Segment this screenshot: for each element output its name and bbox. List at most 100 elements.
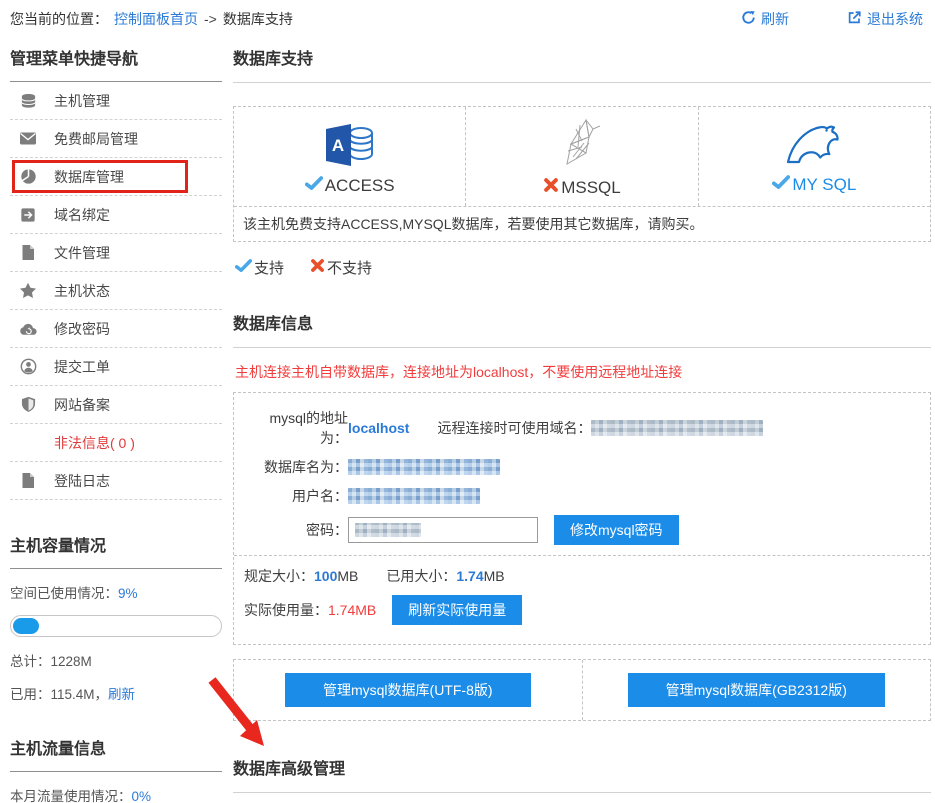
exit-link[interactable]: 退出系统 [847,9,923,29]
svg-text:A: A [332,136,344,155]
access-cell: A ACCESS [234,107,465,206]
sidebar-item-submit-ticket[interactable]: 提交工单 [10,348,222,386]
refresh-icon [741,10,756,28]
refresh-link[interactable]: 刷新 [741,9,789,29]
quota-row: 规定大小： 100MB 已用大小： 1.74MB [244,566,920,586]
breadcrumb-separator: -> [204,11,217,27]
sidebar-item-host-management[interactable]: 主机管理 [10,82,222,120]
used-value: 1.74 [456,568,483,584]
password-row: 密码： 修改mysql密码 [244,515,920,545]
sidebar-item-label: 免费邮局管理 [54,129,138,149]
capacity-refresh-link[interactable]: 刷新 [108,687,135,702]
database-name-redacted [348,459,500,475]
password-redacted [355,523,421,537]
support-title: 数据库支持 [233,35,931,83]
traffic-title: 主机流量信息 [10,725,222,772]
sidebar-item-label: 文件管理 [54,243,110,263]
capacity-section: 主机容量情况 空间已使用情况：9% 总计：1228M 已用：115.4M，刷新 [10,522,222,703]
check-icon [305,176,323,196]
breadcrumb-home-link[interactable]: 控制面板首页 [114,9,198,29]
sidebar-item-label: 提交工单 [54,357,110,377]
sidebar-menu: 主机管理 免费邮局管理 数据库管理 域名绑定 文件管理 [10,82,222,500]
cross-icon [310,258,325,277]
user-icon [18,358,38,376]
capacity-usage-value: 9% [118,586,138,601]
advanced-title: 数据库高级管理 [233,745,931,793]
sidebar-item-label: 主机管理 [54,91,110,111]
file-icon [18,244,38,262]
database-icon [18,92,38,110]
capacity-progress-fill [13,618,39,634]
traffic-usage-line: 本月流量使用情况：0% [10,785,222,803]
exit-icon [847,10,862,28]
sidebar-item-label: 数据库管理 [54,167,124,187]
mysql-cell: MY SQL [698,107,930,206]
refresh-usage-button[interactable]: 刷新实际使用量 [392,595,522,625]
sidebar-item-label: 主机状态 [54,281,110,301]
traffic-usage-value: 0% [132,789,152,803]
support-legend: 支持 不支持 [235,257,931,278]
change-mysql-password-button[interactable]: 修改mysql密码 [554,515,679,545]
cloud-sync-icon [18,320,38,338]
manage-mysql-utf8-button[interactable]: 管理mysql数据库(UTF-8版) [285,673,531,707]
sidebar-item-illegal-info[interactable]: 非法信息( 0 ) [10,424,222,462]
capacity-usage-line: 空间已使用情况：9% [10,582,222,602]
capacity-total-line: 总计：1228M [10,650,222,670]
sidebar-item-label: 域名绑定 [54,205,110,225]
mysql-logo [778,121,850,170]
traffic-section: 主机流量信息 本月流量使用情况：0% 总计：25G 已用：0.0G 已用含子站消… [10,725,222,803]
sidebar-item-host-status[interactable]: 主机状态 [10,272,222,310]
check-icon [235,259,252,277]
access-logo: A [322,120,378,171]
database-support-table: A ACCESS [233,106,931,242]
dbname-row: 数据库名为： [244,457,920,477]
manage-mysql-gb2312-button[interactable]: 管理mysql数据库(GB2312版) [628,673,885,707]
mail-icon [18,130,38,148]
mysql-label: MY SQL [772,175,856,195]
breadcrumb-current: 数据库支持 [223,9,293,29]
sidebar-item-label: 网站备案 [54,395,110,415]
sidebar: 管理菜单快捷导航 主机管理 免费邮局管理 数据库管理 域名绑定 [0,35,232,803]
quota-value: 100 [314,568,337,584]
capacity-progress-bar [10,615,222,637]
info-warning: 主机连接主机自带数据库，连接地址为localhost，不要使用远程地址连接 [235,362,931,382]
file-icon [18,472,38,490]
cross-icon [543,177,559,198]
sidebar-item-domain-binding[interactable]: 域名绑定 [10,196,222,234]
page: 您当前的位置： 控制面板首页 -> 数据库支持 刷新 退出系统 管理菜单快捷导航… [0,0,935,803]
sidebar-nav-title: 管理菜单快捷导航 [10,35,222,82]
sidebar-item-label: 登陆日志 [54,471,110,491]
capacity-used-line: 已用：115.4M，刷新 [10,683,222,703]
sidebar-item-label: 修改密码 [54,319,110,339]
mssql-label: MSSQL [543,177,621,198]
sidebar-item-label: 非法信息( 0 ) [54,433,135,453]
pie-chart-icon [18,168,38,186]
info-title: 数据库信息 [233,300,931,348]
sidebar-item-login-log[interactable]: 登陆日志 [10,462,222,500]
address-row: mysql的地址为： localhost 远程连接时可使用域名： [244,408,920,448]
mssql-cell: MSSQL [465,107,697,206]
sidebar-item-free-mail[interactable]: 免费邮局管理 [10,120,222,158]
remote-domain-redacted [591,420,763,436]
username-row: 用户名： [244,486,920,506]
breadcrumb-label: 您当前的位置： [10,9,108,29]
sidebar-item-change-password[interactable]: 修改密码 [10,310,222,348]
arrow-right-icon [18,206,38,224]
sidebar-item-file-management[interactable]: 文件管理 [10,234,222,272]
sidebar-item-database-management[interactable]: 数据库管理 [10,158,222,196]
breadcrumb-bar: 您当前的位置： 控制面板首页 -> 数据库支持 刷新 退出系统 [0,0,935,35]
mysql-address-value: localhost [348,420,409,436]
database-info-box: mysql的地址为： localhost 远程连接时可使用域名： 数据库名为： … [233,392,931,645]
capacity-title: 主机容量情况 [10,522,222,569]
password-input[interactable] [348,517,538,543]
shield-icon [18,396,38,414]
username-redacted [348,488,480,504]
main-content: 数据库支持 A [232,35,935,803]
divider [234,555,930,556]
sidebar-item-website-filing[interactable]: 网站备案 [10,386,222,424]
mssql-logo [556,117,608,172]
check-icon [772,175,790,195]
star-icon [18,282,38,300]
actual-usage-row: 实际使用量： 1.74MB 刷新实际使用量 [244,595,920,625]
manage-buttons-box: 管理mysql数据库(UTF-8版) 管理mysql数据库(GB2312版) [233,659,931,721]
